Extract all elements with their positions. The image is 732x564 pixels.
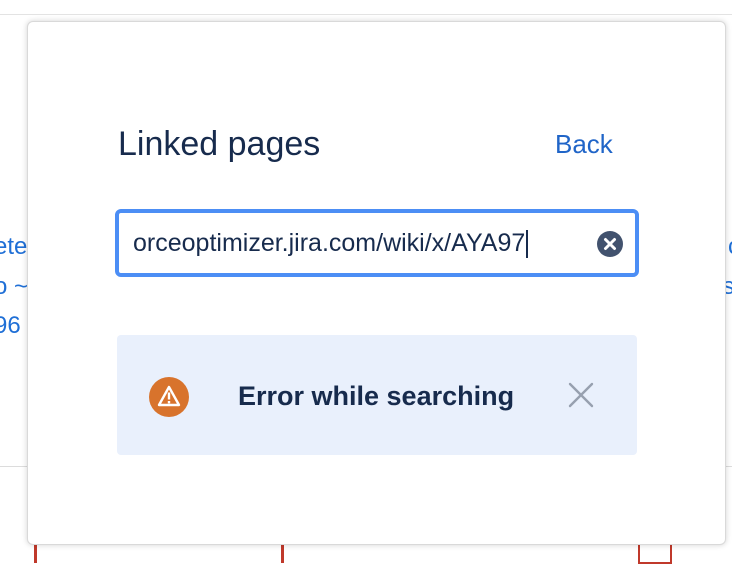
close-icon[interactable] [566,380,596,410]
background-divider [0,14,732,15]
background-link-fragment: o ~ [0,273,29,300]
error-message-banner: Error while searching [117,335,637,455]
background-link-fragment: c [728,228,732,266]
background-link-fragment: ete [0,233,28,260]
dialog-title: Linked pages [118,125,321,163]
error-message-text: Error while searching [238,381,515,411]
search-input[interactable]: orceoptimizer.jira.com/wiki/x/AYA97 [115,209,639,277]
search-input-value: orceoptimizer.jira.com/wiki/x/AYA97 [133,227,529,259]
text-caret [526,230,529,259]
linked-pages-dialog: Linked pages Back orceoptimizer.jira.com… [27,21,726,545]
background-link-fragment: 96 [0,312,21,339]
back-link[interactable]: Back [555,126,613,162]
clear-icon[interactable] [597,231,623,257]
warning-icon [149,377,189,417]
